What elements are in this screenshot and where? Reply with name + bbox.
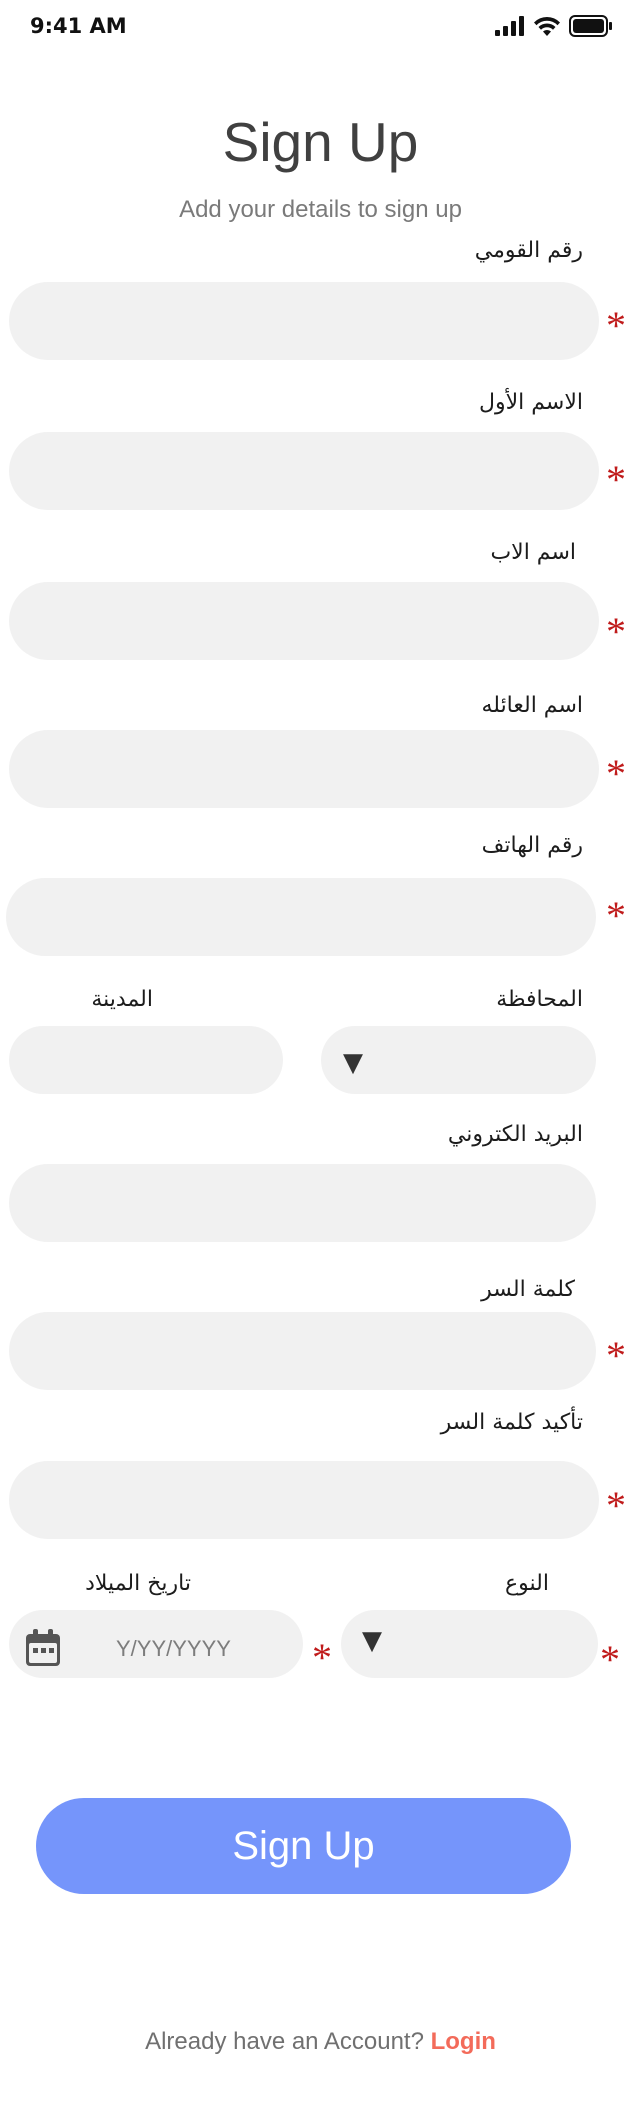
cellular-signal-icon [495, 16, 524, 36]
login-prompt-text: Already have an Account? [145, 2028, 431, 2055]
father-name-label: اسم الاب [490, 540, 576, 565]
calendar-icon[interactable] [24, 1628, 62, 1668]
required-mark: * [606, 893, 626, 938]
confirm-password-input[interactable] [9, 1461, 599, 1539]
dropdown-caret-icon: ▼ [362, 1626, 382, 1656]
birth-date-placeholder: Y/YY/YYYY [116, 1636, 231, 1661]
governorate-label: المحافظة [496, 987, 583, 1012]
required-mark: * [606, 751, 626, 796]
wifi-icon [534, 16, 560, 36]
sign-up-button[interactable]: Sign Up [36, 1798, 571, 1894]
required-mark: * [606, 303, 626, 348]
city-label: المدينة [91, 987, 153, 1012]
required-mark: * [606, 1483, 626, 1528]
father-name-input[interactable] [9, 582, 599, 660]
required-mark: * [600, 1637, 620, 1682]
status-icons [495, 14, 613, 38]
phone-label: رقم الهاتف [481, 833, 583, 858]
battery-icon [569, 15, 612, 37]
family-name-input[interactable] [9, 730, 599, 808]
page-subtitle: Add your details to sign up [179, 196, 462, 223]
required-mark: * [606, 457, 626, 502]
page-title: Sign Up [222, 111, 419, 173]
password-label: كلمة السر [481, 1277, 575, 1302]
confirm-password-label: تأكيد كلمة السر [440, 1410, 583, 1435]
first-name-input[interactable] [9, 432, 599, 510]
required-mark: * [312, 1635, 332, 1680]
status-time: 9:41 AM [30, 14, 127, 38]
signup-screen: 9:41 AM Sign Up Add your details to sign… [0, 0, 641, 2117]
first-name-label: الاسم الأول [479, 390, 583, 415]
birth-date-label: تاريخ الميلاد [85, 1571, 191, 1596]
password-input[interactable] [9, 1312, 596, 1390]
login-link[interactable]: Login [431, 2028, 496, 2055]
family-name-label: اسم العائله [481, 693, 583, 718]
required-mark: * [606, 1333, 626, 1378]
email-label: البريد الكتروني [447, 1122, 583, 1147]
dropdown-caret-icon: ▼ [343, 1048, 363, 1078]
city-select[interactable] [9, 1026, 283, 1094]
national-id-label: رقم القومي [474, 238, 583, 263]
required-mark: * [606, 609, 626, 654]
phone-input[interactable] [6, 878, 596, 956]
national-id-input[interactable] [9, 282, 599, 360]
email-input[interactable] [9, 1164, 596, 1242]
login-prompt: Already have an Account? Login [0, 2028, 641, 2056]
gender-label: النوع [505, 1571, 549, 1596]
